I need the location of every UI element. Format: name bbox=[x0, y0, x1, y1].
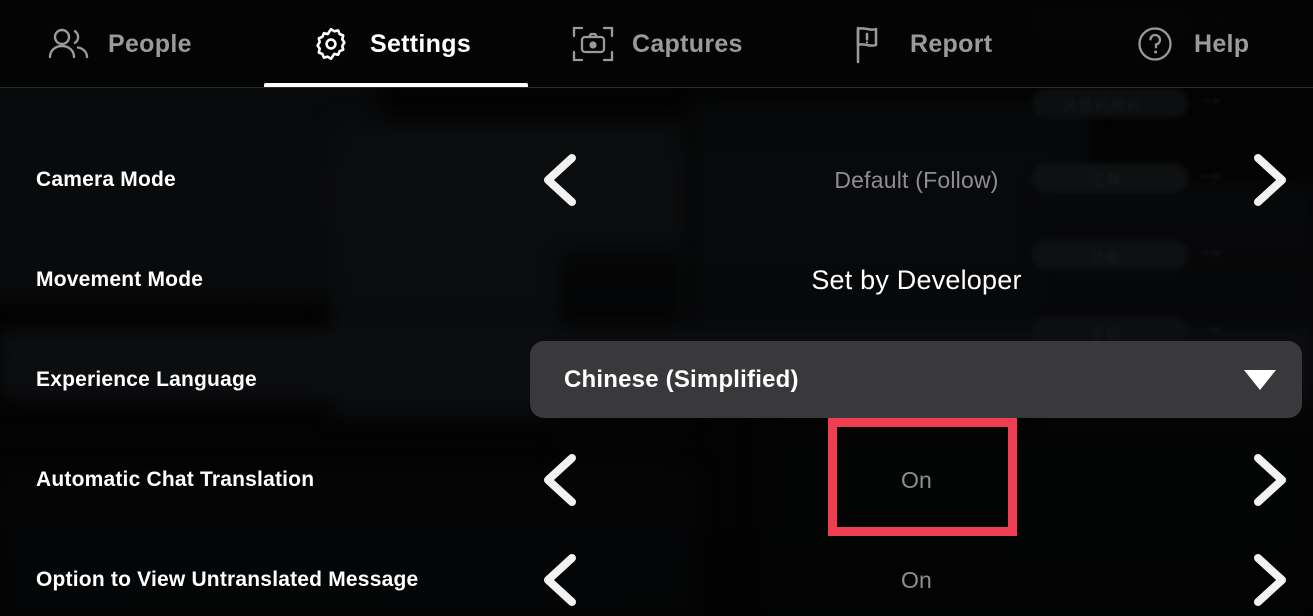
setting-row-automatic-chat-translation: Automatic Chat Translation On bbox=[0, 430, 1313, 530]
camera-icon bbox=[570, 21, 616, 67]
tab-settings-label: Settings bbox=[370, 29, 472, 58]
flag-icon bbox=[848, 21, 894, 67]
auto-chat-translation-prev-button[interactable] bbox=[534, 449, 590, 511]
setting-value: Set by Developer bbox=[811, 264, 1022, 295]
tab-people-label: People bbox=[108, 29, 192, 58]
nav-divider bbox=[0, 87, 1313, 88]
setting-row-camera-mode: Camera Mode Default (Follow) bbox=[0, 130, 1313, 230]
tab-captures-label: Captures bbox=[632, 29, 743, 58]
setting-label: Option to View Untranslated Message bbox=[36, 568, 419, 591]
view-untranslated-prev-button[interactable] bbox=[534, 549, 590, 611]
tab-people[interactable]: People bbox=[46, 0, 192, 88]
setting-label: Experience Language bbox=[36, 368, 257, 391]
setting-value: On bbox=[900, 566, 933, 593]
camera-mode-next-button[interactable] bbox=[1240, 149, 1296, 211]
view-untranslated-next-button[interactable] bbox=[1240, 549, 1296, 611]
gear-icon bbox=[308, 21, 354, 67]
setting-label: Movement Mode bbox=[36, 268, 204, 291]
camera-mode-prev-button[interactable] bbox=[534, 149, 590, 211]
setting-label: Camera Mode bbox=[36, 168, 176, 191]
tab-captures[interactable]: Captures bbox=[570, 0, 743, 88]
people-icon bbox=[46, 21, 92, 67]
question-icon bbox=[1132, 21, 1178, 67]
setting-value: On bbox=[900, 466, 933, 493]
tab-report[interactable]: Report bbox=[848, 0, 992, 88]
settings-overlay: 关信 → 关像机相机 → 工具 → 功能 → 多玩 → People bbox=[0, 0, 1313, 616]
setting-row-view-untranslated-message: Option to View Untranslated Message On bbox=[0, 530, 1313, 616]
top-navigation: People Settings Captures Report Help bbox=[0, 0, 1313, 88]
tab-help[interactable]: Help bbox=[1132, 0, 1249, 88]
tab-settings[interactable]: Settings bbox=[308, 0, 471, 88]
tab-help-label: Help bbox=[1194, 29, 1250, 58]
chevron-down-icon bbox=[1244, 369, 1276, 390]
experience-language-dropdown[interactable]: Chinese (Simplified) bbox=[530, 341, 1302, 418]
auto-chat-translation-next-button[interactable] bbox=[1240, 449, 1296, 511]
tab-report-label: Report bbox=[910, 29, 993, 58]
setting-row-movement-mode: Movement Mode Set by Developer bbox=[0, 230, 1313, 330]
experience-language-selected-value: Chinese (Simplified) bbox=[564, 365, 799, 393]
setting-value: Default (Follow) bbox=[834, 166, 999, 193]
setting-label: Automatic Chat Translation bbox=[36, 468, 315, 491]
